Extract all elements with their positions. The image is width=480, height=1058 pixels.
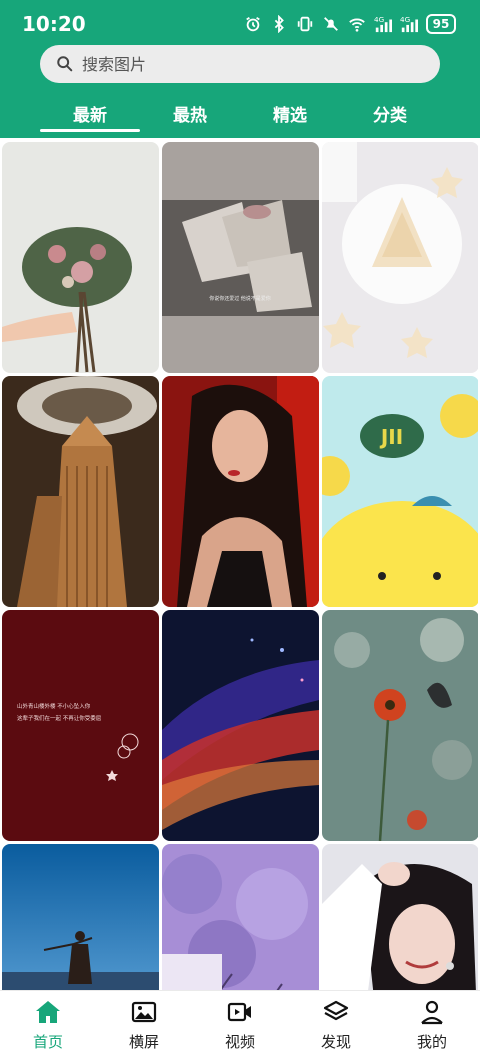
- app-header: 10:20 4G 4G 95 最新 最热 精选 分类: [0, 0, 480, 138]
- tile-text-line-1: 山外青山楼外楼 不小心坠入你: [17, 702, 91, 710]
- alarm-icon: [246, 16, 260, 32]
- nav-discover-label: 发现: [320, 1033, 351, 1051]
- nav-profile[interactable]: 我的: [384, 991, 480, 1058]
- wallpaper-tile-light-streaks[interactable]: [162, 610, 319, 841]
- signal-4g-icon: 4G: [374, 15, 392, 33]
- tile-caption: 你说你还爱过 他说不是爱你: [209, 295, 271, 302]
- status-time: 10:20: [22, 12, 86, 36]
- tab-categories[interactable]: 分类: [340, 96, 440, 136]
- signal-4g-icon: 4G: [400, 15, 418, 33]
- wallpaper-tile-star-cookies[interactable]: [322, 142, 478, 373]
- svg-text:4G: 4G: [374, 15, 384, 24]
- tab-featured[interactable]: 精选: [240, 96, 340, 136]
- home-icon: [36, 1001, 60, 1023]
- bottom-navigation: 首页 横屏 视频 发现 我的: [0, 990, 480, 1058]
- wallpaper-tile-beach[interactable]: [2, 844, 159, 990]
- tile-text-line-2: 这辈子我们在一起 不再让你受委屈: [17, 714, 101, 722]
- nav-landscape[interactable]: 横屏: [96, 991, 192, 1058]
- nav-video[interactable]: 视频: [192, 991, 288, 1058]
- wallpaper-tile-architecture[interactable]: [2, 376, 159, 607]
- status-icons: 4G 4G 95: [244, 14, 456, 34]
- nav-discover[interactable]: 发现: [288, 991, 384, 1058]
- vibrate-icon: [297, 16, 313, 32]
- wallpaper-grid: 你说你还爱过 他说不是爱你 JII 山外青山楼外楼 不小心坠入你 这辈子我们在一…: [2, 142, 478, 990]
- battery-indicator: 95: [426, 14, 456, 34]
- search-icon: [57, 56, 73, 72]
- image-icon: [131, 1001, 157, 1023]
- nav-home[interactable]: 首页: [0, 991, 96, 1058]
- status-bar: 10:20 4G 4G 95: [0, 0, 480, 48]
- wallpaper-tile-red-text[interactable]: 山外青山楼外楼 不小心坠入你 这辈子我们在一起 不再让你受委屈: [2, 610, 159, 841]
- svg-text:4G: 4G: [400, 15, 410, 24]
- nav-profile-label: 我的: [416, 1033, 447, 1051]
- tile-label: JII: [379, 425, 403, 449]
- wifi-icon: [349, 18, 365, 32]
- category-tabs: 最新 最热 精选 分类: [40, 96, 440, 136]
- tab-hot[interactable]: 最热: [140, 96, 240, 136]
- wallpaper-tile-flowers-butterfly[interactable]: [322, 610, 478, 841]
- wallpaper-tile-cartoon[interactable]: JII: [322, 376, 478, 607]
- mute-icon: [324, 17, 338, 31]
- nav-video-label: 视频: [224, 1033, 255, 1051]
- bluetooth-icon: [274, 15, 284, 33]
- wallpaper-tile-flower-bouquet[interactable]: [2, 142, 159, 373]
- nav-landscape-label: 横屏: [128, 1033, 159, 1051]
- wallpaper-tile-paper-bouquet[interactable]: 你说你还爱过 他说不是爱你: [162, 142, 319, 373]
- wallpaper-tile-woman-portrait[interactable]: [162, 376, 319, 607]
- layers-icon: [323, 1000, 349, 1021]
- wallpaper-tile-purple-blossoms[interactable]: [162, 844, 319, 990]
- nav-home-label: 首页: [32, 1033, 63, 1051]
- tab-latest[interactable]: 最新: [40, 96, 140, 136]
- search-bar[interactable]: [40, 45, 440, 83]
- search-input[interactable]: [82, 54, 402, 74]
- video-icon: [227, 1002, 251, 1022]
- user-icon: [421, 1000, 443, 1025]
- wallpaper-tile-smiling-woman[interactable]: [322, 844, 478, 990]
